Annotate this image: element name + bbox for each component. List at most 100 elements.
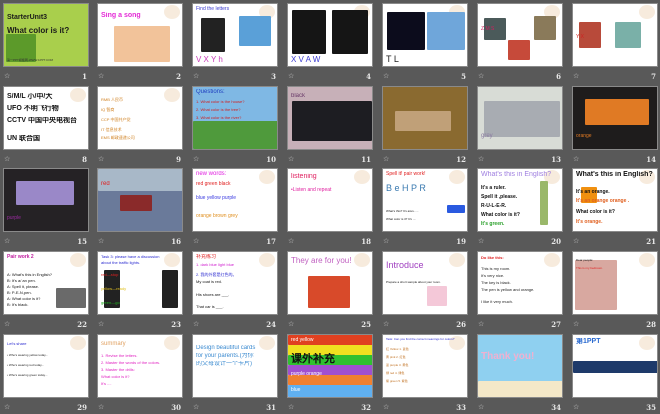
slide-thumbnail[interactable]: Design beautiful cards for your parents.(… (192, 334, 278, 398)
slide-thumbnail[interactable]: X V A W (287, 3, 373, 67)
slide-thumbnail-item[interactable]: Y X ☆ 7 (572, 3, 658, 83)
slide-thumbnail[interactable]: What's this in English? It's a ruler. Spel… (477, 168, 563, 232)
slide-thumbnail[interactable]: Find the letters V X Y h (192, 3, 278, 67)
slide-thumbnail[interactable]: listening •Listen and repeat (287, 168, 373, 232)
slide-transition-star-icon[interactable]: ☆ (288, 72, 294, 80)
slide-thumbnail[interactable]: new words: red green black blue yellow pur… (192, 168, 278, 232)
slide-thumbnail[interactable]: Thank you! (477, 334, 563, 398)
slide-thumbnail[interactable]: Z M S (477, 3, 563, 67)
slide-transition-star-icon[interactable]: ☆ (478, 320, 484, 328)
slide-thumbnail-item[interactable]: purple ☆ 15 (3, 168, 89, 248)
slide-transition-star-icon[interactable]: ☆ (383, 155, 389, 163)
slide-thumbnail[interactable]: T L (382, 3, 468, 67)
slide-thumbnail[interactable]: black (287, 86, 373, 150)
slide-thumbnail[interactable]: Do like this: This is my room. It's very n… (477, 251, 563, 315)
slide-thumbnail-item[interactable]: What's this in English? It's an orange. I… (572, 168, 658, 248)
slide-transition-star-icon[interactable]: ☆ (98, 237, 104, 245)
slide-transition-star-icon[interactable]: ☆ (383, 72, 389, 80)
slide-transition-star-icon[interactable]: ☆ (288, 320, 294, 328)
slide-thumbnail[interactable]: Spell it! pair work! B e H P R What's this… (382, 168, 468, 232)
slide-thumbnail-item[interactable]: orange ☆ 14 (572, 86, 658, 166)
slide-thumbnail-item[interactable]: listening •Listen and repeat ☆ 18 (287, 168, 373, 248)
slide-number: 9 (176, 155, 181, 164)
slide-transition-star-icon[interactable]: ☆ (383, 320, 389, 328)
slide-transition-star-icon[interactable]: ☆ (573, 237, 579, 245)
slide-transition-star-icon[interactable]: ☆ (573, 320, 579, 328)
slide-thumbnail[interactable] (382, 86, 468, 150)
slide-thumbnail-item[interactable]: new words: red green black blue yellow pur… (192, 168, 278, 248)
slide-thumbnail[interactable]: red (97, 168, 183, 232)
slide-thumbnail-item[interactable]: Dear people: This is my bedroom. ☆ 28 (572, 251, 658, 331)
slide-thumbnail[interactable]: They are for you! (287, 251, 373, 315)
slide-picture (201, 18, 225, 52)
slide-thumbnail[interactable]: 第1PPT (572, 334, 658, 398)
slide-thumbnail[interactable]: Task: Can you find the correct meanings … (382, 334, 468, 398)
slide-transition-star-icon[interactable]: ☆ (98, 72, 104, 80)
slide-transition-star-icon[interactable]: ☆ (573, 72, 579, 80)
slide-thumbnail-item[interactable]: S/M/L 小/中/大 UFO 不明飞行物 CCTV 中国中央电视台 UN 联合国 ☆ 8 (3, 86, 89, 166)
slide-transition-star-icon[interactable]: ☆ (478, 72, 484, 80)
slide-thumbnail-item[interactable]: red yellow 课外补充 purple orange blue ☆ 32 (287, 334, 373, 414)
slide-thumbnail-item[interactable]: Task: Can you find the correct meanings … (382, 334, 468, 414)
slide-transition-star-icon[interactable]: ☆ (288, 155, 294, 163)
slide-thumbnail-item[interactable]: They are for you! ☆ 25 (287, 251, 373, 331)
slide-thumbnail-item[interactable]: RMB 人民币 IQ 智商 CCP 中国共产党 IT 信息技术 EMS 邮政速递公司 ☆ 9 (97, 86, 183, 166)
slide-transition-star-icon[interactable]: ☆ (478, 155, 484, 163)
slide-thumbnail-item[interactable]: T L ☆ 5 (382, 3, 468, 83)
slide-thumbnail[interactable]: Let's share • Who's wearing yellow today… (3, 334, 89, 398)
slide-transition-star-icon[interactable]: ☆ (288, 237, 294, 245)
slide-thumbnail-item[interactable]: Sing a song ☆ 2 (97, 3, 183, 83)
slide-thumbnail-item[interactable]: Spell it! pair work! B e H P R What's this… (382, 168, 468, 248)
slide-thumbnail[interactable]: Pair work 2 A: What's this in English? B: … (3, 251, 89, 315)
slide-transition-star-icon[interactable]: ☆ (193, 155, 199, 163)
slide-transition-star-icon[interactable]: ☆ (193, 320, 199, 328)
slide-transition-star-icon[interactable]: ☆ (98, 320, 104, 328)
slide-thumbnail-item[interactable]: Let's share • Who's wearing yellow today… (3, 334, 89, 414)
slide-thumbnail[interactable]: grey (477, 86, 563, 150)
slide-thumbnail-item[interactable]: X V A W ☆ 4 (287, 3, 373, 83)
slide-thumbnail-item[interactable]: red ☆ 16 (97, 168, 183, 248)
slide-thumbnail-item[interactable]: summary 1. Revise the letters. 2. Master t… (97, 334, 183, 414)
slide-thumbnail-item[interactable]: Questions: 1. What color is the house? 2. … (192, 86, 278, 166)
slide-thumbnail[interactable]: Sing a song (97, 3, 183, 67)
slide-thumbnail[interactable]: Dear people: This is my bedroom. (572, 251, 658, 315)
slide-transition-star-icon[interactable]: ☆ (478, 237, 484, 245)
slide-thumbnail-item[interactable]: 补充练习 1. dark blue light blue 2. 我的外套是红色的。 M… (192, 251, 278, 331)
slide-thumbnail-item[interactable]: Thank you! ☆ 34 (477, 334, 563, 414)
slide-thumbnail[interactable]: Questions: 1. What color is the house? 2. … (192, 86, 278, 150)
slide-thumbnail[interactable]: red yellow 课外补充 purple orange blue (287, 334, 373, 398)
slide-thumbnail-item[interactable]: Do like this: This is my room. It's very n… (477, 251, 563, 331)
slide-thumbnail[interactable]: Introduce Prepare a short sample about yo… (382, 251, 468, 315)
slide-transition-star-icon[interactable]: ☆ (4, 72, 10, 80)
slide-thumbnail[interactable]: Y X (572, 3, 658, 67)
slide-thumbnail-item[interactable]: black ☆ 11 (287, 86, 373, 166)
slide-thumbnail[interactable]: 补充练习 1. dark blue light blue 2. 我的外套是红色的。 M… (192, 251, 278, 315)
slide-thumbnail-item[interactable]: Find the letters V X Y h ☆ 3 (192, 3, 278, 83)
slide-thumbnail-item[interactable]: What's this in English? It's a ruler. Spel… (477, 168, 563, 248)
slide-thumbnail-item[interactable]: Introduce Prepare a short sample about yo… (382, 251, 468, 331)
slide-thumbnail[interactable]: RMB 人民币 IQ 智商 CCP 中国共产党 IT 信息技术 EMS 邮政速递公司 (97, 86, 183, 150)
slide-thumbnail-item[interactable]: Pair work 2 A: What's this in English? B: … (3, 251, 89, 331)
slide-thumbnail-item[interactable]: Design beautiful cards for your parents.(… (192, 334, 278, 414)
slide-thumbnail-item[interactable]: Task 3: please have a discussion about th… (97, 251, 183, 331)
slide-thumbnail[interactable]: S/M/L 小/中/大 UFO 不明飞行物 CCTV 中国中央电视台 UN 联合国 (3, 86, 89, 150)
slide-thumbnail[interactable]: StarterUnit3 What color is it? 第一PPT模板网-WW… (3, 3, 89, 67)
slide-thumbnail-item[interactable]: 第1PPT ☆ 35 (572, 334, 658, 414)
slide-transition-star-icon[interactable]: ☆ (4, 237, 10, 245)
slide-thumbnail[interactable]: purple (3, 168, 89, 232)
slide-thumbnail[interactable]: summary 1. Revise the letters. 2. Master t… (97, 334, 183, 398)
slide-thumbnail-item[interactable]: StarterUnit3 What color is it? 第一PPT模板网-WW… (3, 3, 89, 83)
slide-thumbnail-item[interactable]: Z M S ☆ 6 (477, 3, 563, 83)
slide-transition-star-icon[interactable]: ☆ (193, 72, 199, 80)
slide-transition-star-icon[interactable]: ☆ (4, 155, 10, 163)
slide-thumbnail[interactable]: Task 3: please have a discussion about th… (97, 251, 183, 315)
slide-transition-star-icon[interactable]: ☆ (573, 155, 579, 163)
slide-thumbnail-item[interactable]: grey ☆ 13 (477, 86, 563, 166)
slide-transition-star-icon[interactable]: ☆ (4, 320, 10, 328)
slide-transition-star-icon[interactable]: ☆ (98, 155, 104, 163)
slide-transition-star-icon[interactable]: ☆ (383, 237, 389, 245)
slide-thumbnail[interactable]: What's this in English? It's an orange. I… (572, 168, 658, 232)
slide-thumbnail[interactable]: orange (572, 86, 658, 150)
slide-thumbnail-item[interactable]: ☆ 12 (382, 86, 468, 166)
slide-transition-star-icon[interactable]: ☆ (193, 237, 199, 245)
